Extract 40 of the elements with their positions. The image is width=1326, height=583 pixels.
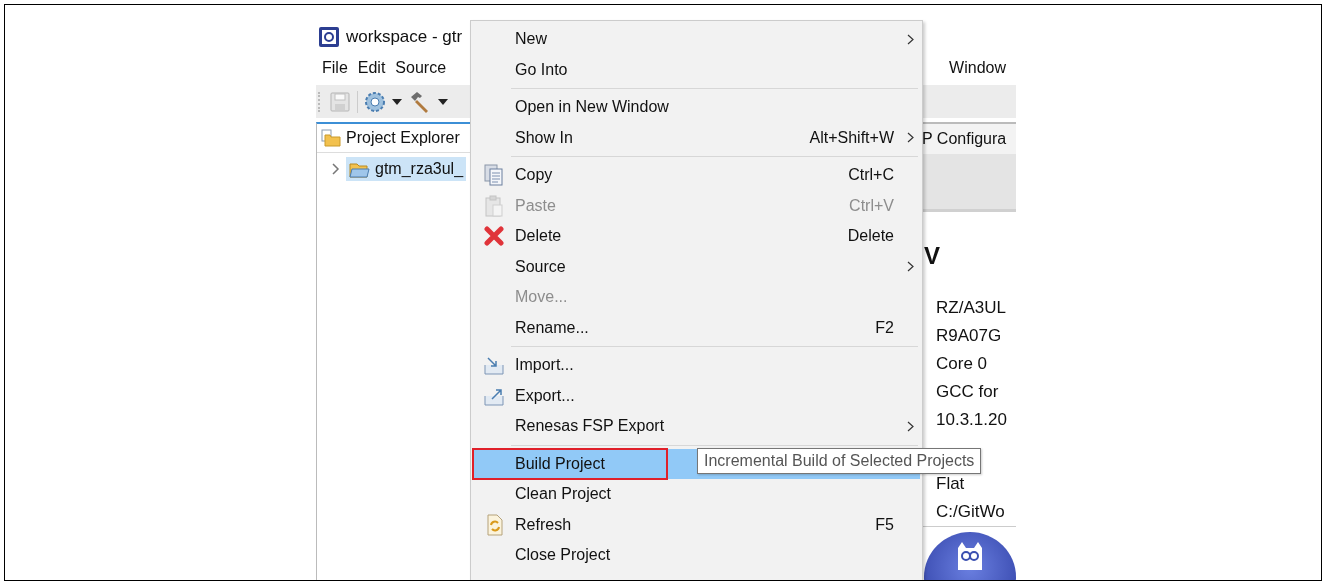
menubar-item[interactable]: Window — [949, 58, 1006, 77]
menu-item[interactable]: Import... — [473, 350, 920, 381]
heading-text: V — [924, 242, 941, 271]
refresh-icon — [484, 513, 504, 536]
property-value: R9A07G — [936, 325, 1003, 347]
property-value: C:/GitWo — [936, 501, 1006, 523]
menubar-item[interactable]: File — [322, 58, 348, 77]
import-icon — [484, 355, 504, 376]
tab-label[interactable]: Project Explorer — [346, 129, 460, 147]
copy-icon — [484, 164, 504, 187]
dropdown-caret-icon[interactable] — [438, 98, 448, 105]
menubar-item[interactable]: Source — [395, 58, 447, 77]
window-title: workspace - gtr — [346, 27, 463, 47]
property-value: Flat — [936, 473, 966, 495]
menu-item[interactable]: New — [473, 24, 920, 55]
menu-item[interactable]: Refresh F5 — [473, 509, 920, 540]
collapsed-chevron-icon[interactable] — [330, 163, 340, 175]
property-value: RZ/A3UL — [936, 297, 1007, 319]
delete-icon — [484, 226, 504, 247]
menu-item[interactable]: Source — [473, 251, 920, 282]
tooltip: Incremental Build of Selected Projects — [697, 448, 982, 474]
menubar-item[interactable]: Edit — [357, 58, 386, 77]
property-value: GCC for — [936, 381, 1000, 403]
folder-icon — [321, 129, 341, 147]
menu-item[interactable]: Clean Project — [473, 479, 920, 510]
menu-item[interactable]: Open in New Window — [473, 92, 920, 123]
property-value: 10.3.1.20 — [936, 409, 1008, 431]
menu-item[interactable]: Copy Ctrl+C — [473, 160, 920, 191]
menu-item[interactable]: Rename... F2 — [473, 312, 920, 343]
menu-item[interactable]: Go Into — [473, 54, 920, 85]
project-tree-item[interactable]: gtm_rza3ul_ — [346, 157, 467, 181]
gear-icon[interactable] — [364, 90, 386, 113]
menu-item[interactable]: Close Project — [473, 540, 920, 571]
dropdown-caret-icon[interactable] — [392, 98, 402, 105]
menu-item[interactable]: Export... — [473, 380, 920, 411]
menu-item[interactable]: Renesas FSP Export — [473, 411, 920, 442]
menu-item[interactable]: Delete Delete — [473, 221, 920, 252]
clipboard-icon — [484, 194, 504, 217]
menu-item[interactable]: Show In Alt+Shift+W — [473, 122, 920, 153]
property-value: Core 0 — [936, 353, 989, 375]
